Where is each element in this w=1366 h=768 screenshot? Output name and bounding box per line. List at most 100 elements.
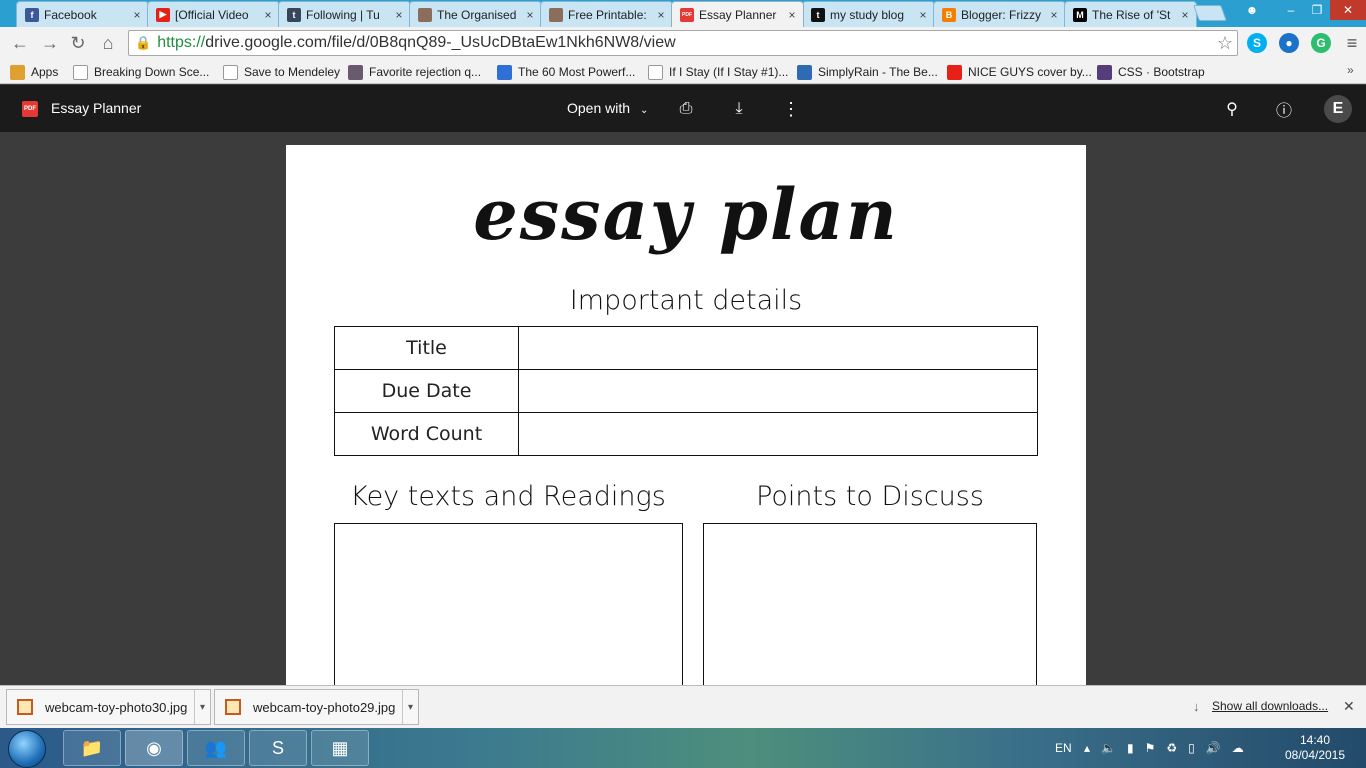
download-item[interactable]: webcam-toy-photo30.jpg ▾: [6, 689, 211, 725]
signal-icon[interactable]: ▮: [1127, 741, 1134, 755]
details-label: Word Count: [334, 412, 519, 456]
document-viewport[interactable]: essay plan Important details Title Due Da…: [0, 132, 1366, 685]
details-label: Due Date: [334, 369, 519, 413]
user-menu[interactable]: ☻: [1237, 0, 1267, 20]
skype-taskbar-icon[interactable]: S: [249, 730, 307, 766]
medium-icon: M: [1073, 7, 1087, 22]
bookmark-star-icon[interactable]: ☆: [1217, 33, 1233, 54]
battery-icon[interactable]: ▯: [1188, 741, 1195, 755]
grammarly-extension-icon[interactable]: G: [1311, 33, 1331, 53]
close-tab-icon[interactable]: ×: [261, 8, 275, 22]
bookmarks-overflow-icon[interactable]: »: [1347, 63, 1354, 77]
details-label: Title: [334, 326, 519, 370]
d-icon: [497, 64, 512, 80]
language-indicator[interactable]: EN: [1055, 728, 1072, 768]
bookmark-item[interactable]: SimplyRain - The Be...: [797, 62, 938, 82]
tab-label: The Rise of 'St: [1092, 7, 1171, 22]
tab-strip: f Facebook × ▶ [Official Video × t Following | …: [0, 0, 1366, 27]
close-tab-icon[interactable]: ×: [654, 8, 668, 22]
account-avatar[interactable]: E: [1324, 95, 1352, 123]
address-bar[interactable]: 🔒 https://drive.google.com/file/d/0B8qnQ…: [128, 30, 1238, 56]
skype-extension-icon[interactable]: S: [1247, 33, 1267, 53]
bookmark-item[interactable]: Breaking Down Sce...: [73, 62, 209, 82]
contacts-taskbar-icon[interactable]: 👥: [187, 730, 245, 766]
chrome-menu-icon[interactable]: ≡: [1340, 31, 1364, 55]
browser-tab[interactable]: t my study blog ×: [802, 1, 935, 27]
close-tab-icon[interactable]: ×: [523, 8, 537, 22]
bookmark-item[interactable]: CSS · Bootstrap: [1097, 62, 1205, 82]
new-tab-button[interactable]: [1193, 5, 1227, 21]
details-value-cell: [518, 326, 1038, 370]
pdf-page: essay plan Important details Title Due Da…: [286, 145, 1086, 685]
home-icon[interactable]: ⌂: [96, 31, 120, 55]
tab-label: Essay Planner: [699, 7, 777, 22]
close-tab-icon[interactable]: ×: [1178, 8, 1192, 22]
downloads-shelf: webcam-toy-photo30.jpg ▾ webcam-toy-phot…: [0, 685, 1366, 728]
apps-grid-icon: [10, 64, 25, 80]
extension-icon[interactable]: ●: [1279, 33, 1299, 53]
windows-taskbar: 📁 ◉ 👥 S ▦ EN ▴ 🔈 ▮ ⚑ ♻ ▯ 🔊 ☁ 14:40 08/04…: [0, 728, 1366, 768]
print-icon[interactable]: ⎙: [674, 97, 698, 121]
browser-tab[interactable]: M The Rise of 'St ×: [1064, 1, 1197, 27]
bookmark-item[interactable]: The 60 Most Powerf...: [497, 62, 635, 82]
bookmark-item[interactable]: Favorite rejection q...: [348, 62, 481, 82]
maximize-icon[interactable]: ❐: [1304, 0, 1330, 20]
user-icon[interactable]: ☻: [1237, 0, 1267, 20]
volume-icon[interactable]: 🔈: [1101, 741, 1116, 755]
bookmark-label: CSS · Bootstrap: [1118, 65, 1205, 79]
chevron-down-icon: ⌄: [639, 105, 649, 116]
bookmark-item[interactable]: Apps: [10, 62, 58, 82]
cloud-icon[interactable]: ☁: [1232, 741, 1244, 755]
close-tab-icon[interactable]: ×: [392, 8, 406, 22]
page-icon: [223, 64, 238, 80]
download-menu-icon[interactable]: ▾: [402, 690, 418, 724]
speaker-icon[interactable]: 🔊: [1206, 741, 1221, 755]
forward-icon[interactable]: →: [38, 31, 62, 55]
clock-date: 08/04/2015: [1284, 748, 1346, 762]
download-item[interactable]: webcam-toy-photo29.jpg ▾: [214, 689, 419, 725]
close-window-icon[interactable]: ✕: [1330, 0, 1366, 20]
reload-icon[interactable]: ↻: [66, 31, 90, 55]
browser-tab[interactable]: B Blogger: Frizzy ×: [933, 1, 1066, 27]
chrome-taskbar-icon[interactable]: ◉: [125, 730, 183, 766]
file-explorer-icon[interactable]: 📁: [63, 730, 121, 766]
close-tab-icon[interactable]: ×: [1047, 8, 1061, 22]
page-icon: [73, 64, 88, 80]
browser-tab[interactable]: PDF Essay Planner ×: [671, 1, 804, 27]
minimize-icon[interactable]: –: [1278, 0, 1304, 20]
bookmark-item[interactable]: If I Stay (If I Stay #1)...: [648, 62, 788, 82]
browser-tab[interactable]: The Organised ×: [409, 1, 542, 27]
more-options-icon[interactable]: ⋮: [779, 97, 803, 121]
details-row: Due Date: [334, 369, 1038, 413]
rain-icon: [797, 64, 812, 80]
bookmarks-bar: Apps Breaking Down Sce... Save to Mendeley…: [0, 59, 1366, 84]
download-menu-icon[interactable]: ▾: [194, 690, 210, 724]
open-with-button[interactable]: Open with ⌄: [567, 100, 648, 116]
browser-tab[interactable]: t Following | Tu ×: [278, 1, 411, 27]
close-shelf-icon[interactable]: ✕: [1343, 698, 1355, 715]
back-icon[interactable]: ←: [8, 31, 32, 55]
download-icon[interactable]: ⤓: [727, 97, 751, 121]
bookmark-item[interactable]: Save to Mendeley: [223, 62, 340, 82]
browser-tab[interactable]: f Facebook ×: [16, 1, 149, 27]
tab-label: The Organised: [437, 7, 517, 22]
sync-icon[interactable]: ♻: [1166, 741, 1177, 755]
start-button[interactable]: [8, 730, 46, 768]
bookmark-item[interactable]: NICE GUYS cover by...: [947, 62, 1092, 82]
tray-expand-icon[interactable]: ▴: [1084, 741, 1090, 755]
pdf-icon: PDF: [680, 7, 694, 22]
office-taskbar-icon[interactable]: ▦: [311, 730, 369, 766]
close-tab-icon[interactable]: ×: [785, 8, 799, 22]
close-tab-icon[interactable]: ×: [130, 8, 144, 22]
browser-tab[interactable]: Free Printable: ×: [540, 1, 673, 27]
youtube-icon: [947, 64, 962, 80]
action-center-flag-icon[interactable]: ⚑: [1145, 741, 1156, 755]
info-icon[interactable]: ⓘ: [1272, 97, 1296, 121]
bookmark-label: Save to Mendeley: [244, 65, 341, 79]
system-clock[interactable]: 14:40 08/04/2015: [1284, 733, 1346, 763]
zoom-icon[interactable]: ⚲: [1220, 97, 1244, 121]
browser-tab[interactable]: ▶ [Official Video ×: [147, 1, 280, 27]
blogger-icon: B: [942, 7, 956, 22]
show-all-downloads-link[interactable]: Show all downloads...: [1212, 699, 1328, 713]
close-tab-icon[interactable]: ×: [916, 8, 930, 22]
